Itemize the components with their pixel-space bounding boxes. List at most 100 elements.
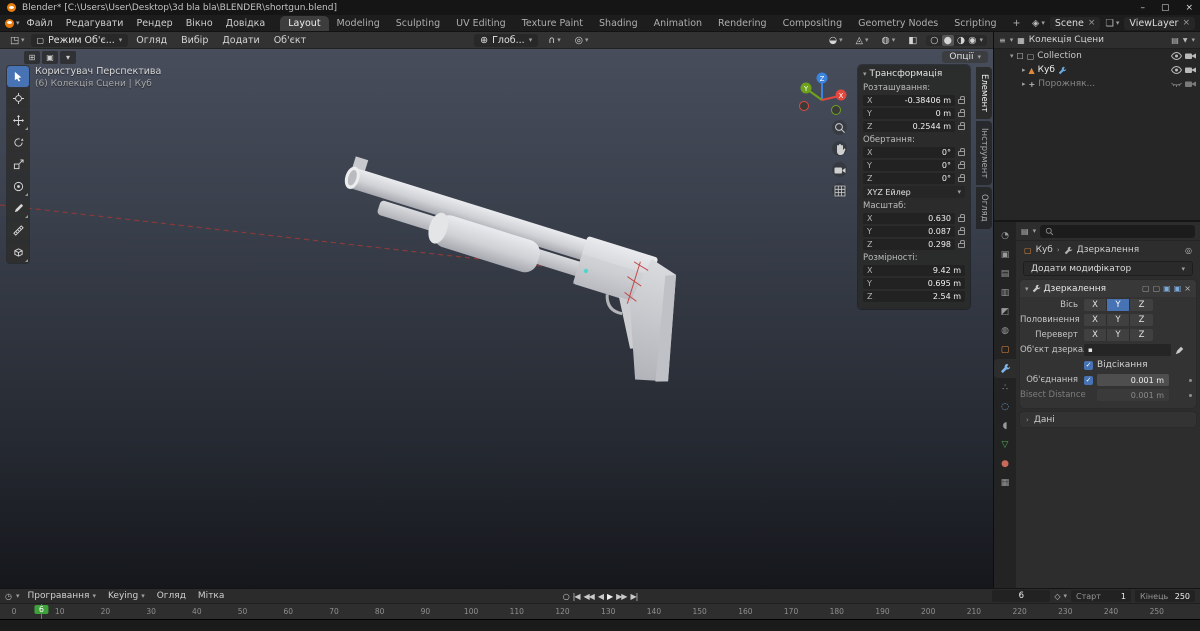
properties-editor-icon[interactable]: ▤ [1021,227,1029,236]
transform-orientation-dropdown[interactable]: ⊕ Глоб... ▾ [474,33,539,47]
tool-transform[interactable] [7,176,29,197]
selection-mode-extend-icon[interactable]: ▣ [42,51,58,64]
tool-select[interactable] [7,66,29,87]
jump-to-end-icon[interactable]: ▶| [630,592,638,601]
rotation-x-field[interactable]: X 0° [863,146,955,158]
disable-render-camera-icon[interactable] [1185,52,1196,60]
properties-tab-constraints[interactable]: ◖ [994,416,1016,435]
menu-window[interactable]: Вікно [180,17,219,30]
dimensions-y-field[interactable]: Y 0.695 m [863,277,965,289]
properties-search-input[interactable] [1040,224,1195,238]
display-mode-icon[interactable]: ▤ [1171,36,1179,45]
pin-icon[interactable]: ◎ [1185,246,1192,255]
menu-select[interactable]: Вибір [175,34,214,47]
properties-tab-texture[interactable]: ▦ [994,473,1016,492]
shading-rendered-icon[interactable]: ◉ [968,35,976,46]
object-visibility-dropdown[interactable]: ◒ ▾ [825,34,847,47]
sidebar-tab-view[interactable]: Огляд [976,187,992,230]
expand-arrow-icon[interactable]: ▸ [1022,66,1026,74]
camera-view-icon[interactable] [832,162,847,177]
shading-material-icon[interactable]: ◑ [957,35,965,46]
lock-icon[interactable] [958,148,965,156]
breadcrumb-object[interactable]: Куб [1036,245,1053,255]
tool-add-cube[interactable] [7,242,29,263]
menu-playback[interactable]: Програвання ▾ [24,591,100,601]
menu-view[interactable]: Огляд [130,34,173,47]
zoom-icon[interactable] [832,120,847,135]
menu-marker[interactable]: Мітка [194,591,228,601]
lock-icon[interactable] [958,214,965,222]
menu-add[interactable]: Додати [216,34,265,47]
tool-options-button[interactable]: Опції ▾ [942,51,988,63]
jump-to-start-icon[interactable]: |◀ [573,592,581,601]
shading-solid-icon[interactable]: ● [941,34,954,46]
workspace-tab-uvediting[interactable]: UV Editing [448,16,514,31]
flip-z-toggle[interactable]: Z [1130,329,1153,341]
modifier-name[interactable]: Дзеркалення [1044,284,1107,294]
workspace-tab-texturepaint[interactable]: Texture Paint [514,16,591,31]
lock-icon[interactable] [958,227,965,235]
axis-z-toggle[interactable]: Z [1130,299,1153,311]
menu-object[interactable]: Об'єкт [268,34,312,47]
properties-tab-object[interactable]: ▢ [994,340,1016,359]
workspace-tab-modeling[interactable]: Modeling [329,16,388,31]
hide-eye-icon[interactable] [1171,52,1182,60]
workspace-tab-rendering[interactable]: Rendering [710,16,775,31]
lock-icon[interactable] [958,161,965,169]
scene-selector[interactable]: Scene × [1049,16,1101,30]
dimensions-x-field[interactable]: X 9.42 m [863,264,965,276]
menu-edit[interactable]: Редагувати [60,17,130,30]
add-modifier-button[interactable]: Додати модифікатор ▾ [1023,261,1193,276]
xray-toggle[interactable]: ◧ [904,34,921,47]
workspace-tab-layout[interactable]: Layout [280,16,329,31]
collapse-arrow-icon[interactable]: ▾ [863,70,867,78]
viewlayer-selector[interactable]: ViewLayer × [1124,16,1195,30]
lock-icon[interactable] [958,122,965,130]
collapse-arrow-icon[interactable]: ▾ [1025,285,1029,293]
properties-tab-data[interactable]: ▽ [994,435,1016,454]
scene-browse-icon[interactable]: ◈ ▾ [1032,18,1045,29]
outliner-row-cube[interactable]: ▸ ▲ Куб [994,63,1200,77]
scale-z-field[interactable]: Z 0.298 [863,238,955,250]
minimize-button[interactable]: – [1140,3,1145,13]
hide-eye-icon[interactable] [1171,66,1182,74]
bisect-x-toggle[interactable]: X [1084,314,1107,326]
workspace-tab-animation[interactable]: Animation [646,16,710,31]
tool-scale[interactable] [7,154,29,175]
location-x-field[interactable]: X -0.38406 m [863,94,955,106]
outliner-editor-icon[interactable]: ≡ [999,36,1006,45]
proportional-edit-toggle[interactable]: ◎ ▾ [571,34,593,47]
viewlayer-remove-icon[interactable]: × [1182,18,1190,28]
scale-y-field[interactable]: Y 0.087 [863,225,955,237]
navigation-gizmo[interactable]: Z Y X [794,70,850,126]
close-button[interactable]: × [1185,3,1193,13]
workspace-tab-sculpting[interactable]: Sculpting [388,16,448,31]
decorator-dot[interactable] [1189,393,1192,397]
workspace-tab-compositing[interactable]: Compositing [775,16,851,31]
remove-modifier-icon[interactable]: × [1184,284,1191,293]
display-on-cage-icon[interactable]: ▢ [1142,284,1150,293]
lock-icon[interactable] [958,96,965,104]
properties-tab-world[interactable]: ◍ [994,321,1016,340]
merge-distance-field[interactable]: 0.001 m [1097,374,1169,386]
rotation-y-field[interactable]: Y 0° [863,159,955,171]
auto-key-icon[interactable]: ○ [563,592,570,601]
tool-measure[interactable] [7,220,29,241]
viewlayer-browse-icon[interactable]: ❏ ▾ [1105,18,1119,29]
toggle-perspective-icon[interactable] [832,183,847,198]
tool-cursor[interactable] [7,88,29,109]
rotation-z-field[interactable]: Z 0° [863,172,955,184]
axis-x-toggle[interactable]: X [1084,299,1107,311]
workspace-tab-scripting[interactable]: Scripting [946,16,1004,31]
workspace-add-button[interactable]: + [1005,16,1029,31]
pan-hand-icon[interactable] [832,141,847,156]
display-render-icon[interactable]: ▣ [1174,284,1182,293]
properties-tab-output[interactable]: ▤ [994,264,1016,283]
snap-toggle[interactable]: ∩ ▾ [544,34,564,47]
dimensions-z-field[interactable]: Z 2.54 m [863,290,965,302]
play-reverse-icon[interactable]: ◀ [598,592,604,601]
tool-rotate[interactable] [7,132,29,153]
shading-wireframe-icon[interactable]: ○ [930,35,938,46]
tool-annotate[interactable] [7,198,29,219]
menu-help[interactable]: Довідка [220,17,272,30]
